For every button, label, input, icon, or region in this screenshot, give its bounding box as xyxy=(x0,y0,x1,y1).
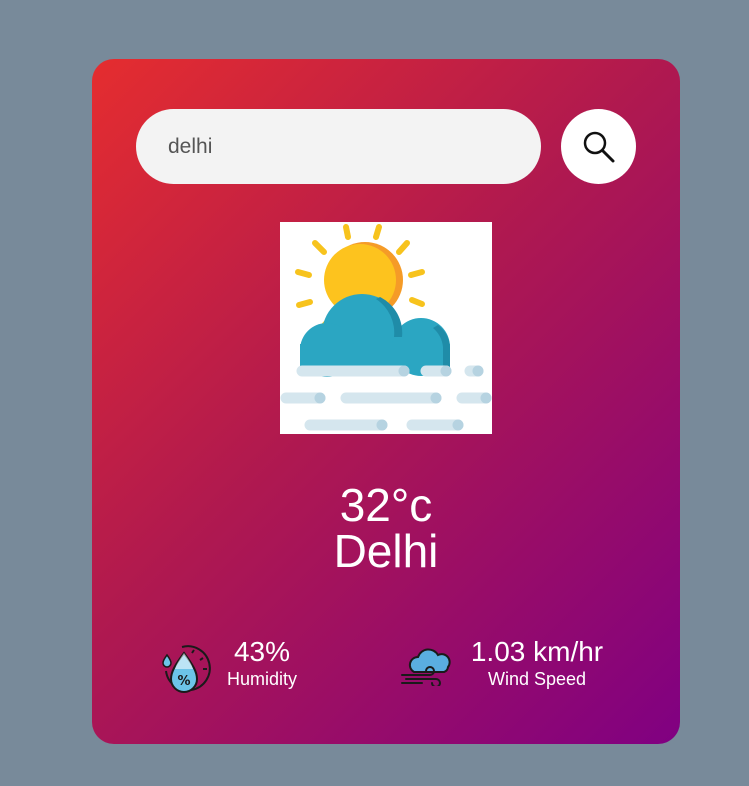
weather-condition-icon xyxy=(280,222,492,434)
city-name: Delhi xyxy=(333,525,439,577)
humidity-info: 43% Humidity xyxy=(220,636,304,690)
svg-text:%: % xyxy=(177,674,190,689)
humidity-value: 43% xyxy=(233,636,291,667)
search-input[interactable] xyxy=(136,109,541,184)
wind-speed-value: 1.03 km/hr xyxy=(470,636,604,667)
wind-info: 1.03 km/hr Wind Speed xyxy=(462,636,612,690)
temperature: 32°c xyxy=(339,479,433,531)
humidity-icon: % xyxy=(162,645,211,693)
weather-card: 32°c Delhi % 43% Humidity 1.03 km/hr Win… xyxy=(92,59,680,744)
humidity-label: Humidity xyxy=(226,669,297,689)
wind-icon xyxy=(401,648,451,686)
mist-cloud-sun-icon xyxy=(280,224,492,431)
wind-speed-label: Wind Speed xyxy=(487,669,587,689)
search-button[interactable] xyxy=(561,109,636,184)
search-icon xyxy=(583,131,614,162)
